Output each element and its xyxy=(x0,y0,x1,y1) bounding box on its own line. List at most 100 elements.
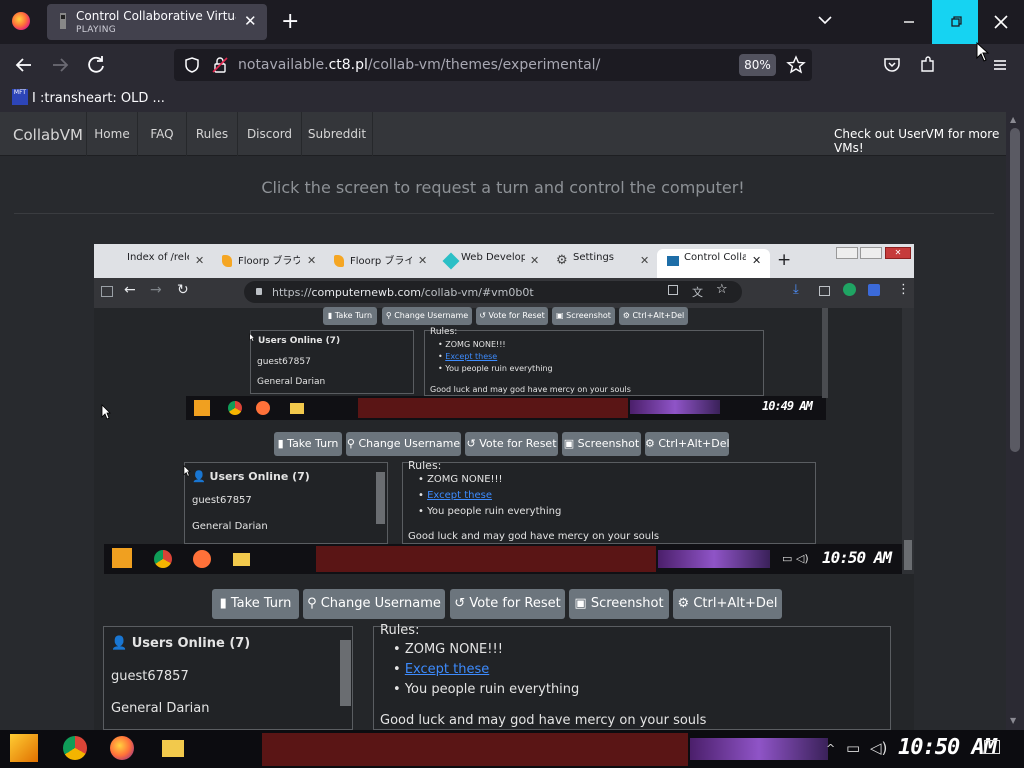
back-arrow-icon[interactable] xyxy=(10,51,38,79)
file-explorer-icon[interactable] xyxy=(233,553,250,566)
user-item[interactable]: General Darian xyxy=(111,701,210,716)
insecure-lock-icon[interactable] xyxy=(211,56,229,74)
vm-window-maximize-icon[interactable] xyxy=(860,247,882,259)
url-text[interactable]: notavailable.ct8.pl/collab-vm/themes/exp… xyxy=(238,57,600,73)
chrome-taskbar-icon[interactable] xyxy=(63,736,87,760)
vm-tab-5[interactable]: Settings xyxy=(573,252,633,272)
file-explorer-icon[interactable] xyxy=(162,740,184,757)
tab-close-icon[interactable]: ✕ xyxy=(244,12,257,30)
inner-scrollbar-thumb-l2[interactable] xyxy=(904,540,912,570)
screenshot-button-l2[interactable]: ▣ Screenshot xyxy=(562,432,641,456)
vm-reload-icon[interactable]: ↻ xyxy=(177,282,189,298)
start-button-icon[interactable] xyxy=(194,400,210,416)
nav-link-faq[interactable]: FAQ xyxy=(137,112,186,156)
nav-link-discord[interactable]: Discord xyxy=(237,112,301,156)
vm-forward-arrow-icon[interactable]: → xyxy=(150,282,162,298)
vm-tab-close-icon[interactable]: ✕ xyxy=(195,254,204,267)
volume-icon[interactable]: ◁) xyxy=(870,739,887,757)
vm-window-minimize-icon[interactable] xyxy=(836,247,858,259)
file-explorer-icon[interactable] xyxy=(290,403,304,414)
vote-reset-button-l3[interactable]: ↺ Vote for Reset xyxy=(476,307,548,325)
vm-translate-icon[interactable]: 文 xyxy=(692,284,703,300)
vm-bookmark-star-icon[interactable]: ☆ xyxy=(716,282,728,297)
vm-extension-icon[interactable] xyxy=(819,286,830,296)
vm-window-close-icon[interactable]: ✕ xyxy=(885,247,911,259)
take-turn-button-l2[interactable]: ▮ Take Turn xyxy=(274,432,342,456)
change-username-button-l2[interactable]: ⚲ Change Username xyxy=(346,432,461,456)
vm-url-text[interactable]: https://computernewb.com/collab-vm/#vm0b… xyxy=(272,286,534,299)
change-username-button-l3[interactable]: ⚲ Change Username xyxy=(382,307,472,325)
vm-back-arrow-icon[interactable]: ← xyxy=(124,282,136,298)
bookmark-star-icon[interactable] xyxy=(786,55,806,75)
vm-tab-6[interactable]: Control Collab xyxy=(684,252,746,272)
start-button-icon[interactable] xyxy=(112,548,132,568)
screenshot-button-l3[interactable]: ▣ Screenshot xyxy=(552,307,615,325)
taskbar-clock[interactable]: 10:50 AM xyxy=(898,735,997,760)
users-scrollbar-l2[interactable] xyxy=(376,472,385,524)
scrollbar-thumb[interactable] xyxy=(1010,128,1020,452)
network-icon[interactable]: ▭ xyxy=(846,739,860,757)
new-tab-icon[interactable]: + xyxy=(281,9,299,34)
chrome-icon[interactable] xyxy=(228,401,242,415)
vm-tab-search-icon[interactable] xyxy=(101,286,113,297)
zoom-level-badge[interactable]: 80% xyxy=(739,54,776,76)
tray-chevron-up-icon[interactable]: ^ xyxy=(826,742,835,755)
ctrl-alt-del-button-l3[interactable]: ⚙ Ctrl+Alt+Del xyxy=(619,307,688,325)
users-scrollbar[interactable] xyxy=(340,640,351,706)
user-item[interactable]: guest67857 xyxy=(111,669,189,684)
ctrl-alt-del-button-l2[interactable]: ⚙ Ctrl+Alt+Del xyxy=(645,432,730,456)
vm-tab-3[interactable]: Floorp ブライ xyxy=(350,252,412,272)
bookmark-item[interactable]: I :transheart: OLD ... xyxy=(32,91,165,106)
chevron-down-icon[interactable] xyxy=(817,12,833,28)
firefox-taskbar-icon[interactable] xyxy=(256,401,270,415)
window-restore-icon[interactable] xyxy=(932,0,978,44)
vote-reset-button[interactable]: ↺ Vote for Reset xyxy=(450,589,565,619)
take-turn-button-l3[interactable]: ▮ Take Turn xyxy=(323,307,377,325)
start-button-icon[interactable] xyxy=(10,734,38,762)
vm-tab-close-icon[interactable]: ✕ xyxy=(530,254,539,267)
scroll-up-arrow-icon[interactable]: ▲ xyxy=(1010,115,1016,124)
take-turn-button[interactable]: ▮ Take Turn xyxy=(212,589,299,619)
reload-icon[interactable] xyxy=(82,51,110,79)
collabvm-brand[interactable]: CollabVM xyxy=(13,126,83,144)
change-username-button[interactable]: ⚲ Change Username xyxy=(303,589,445,619)
vm-profile-icon[interactable] xyxy=(868,284,880,296)
vm-tab-2[interactable]: Floorp ブラウ xyxy=(238,252,300,272)
vote-reset-button-l2[interactable]: ↺ Vote for Reset xyxy=(465,432,558,456)
nav-link-subreddit[interactable]: Subreddit xyxy=(301,112,373,156)
extensions-icon[interactable] xyxy=(918,55,938,75)
vm-new-tab-icon[interactable]: + xyxy=(777,250,791,270)
window-minimize-icon[interactable] xyxy=(886,0,932,44)
vm-grammarly-icon[interactable] xyxy=(843,283,856,296)
nav-link-home[interactable]: Home xyxy=(86,112,137,156)
menu-hamburger-icon[interactable] xyxy=(990,55,1010,75)
shield-icon[interactable] xyxy=(183,56,201,74)
vm-install-icon[interactable] xyxy=(668,285,678,295)
vm-download-icon[interactable]: ⤓ xyxy=(793,282,799,297)
firefox-taskbar-icon[interactable] xyxy=(110,736,134,760)
nav-link-rules[interactable]: Rules xyxy=(186,112,237,156)
user-item-l3: General Darian xyxy=(257,377,326,387)
except-these-link[interactable]: Except these xyxy=(405,662,489,677)
vm-tab-1[interactable]: Index of /relea xyxy=(127,252,189,272)
ctrl-alt-del-button[interactable]: ⚙ Ctrl+Alt+Del xyxy=(673,589,782,619)
vm-tab-close-icon[interactable]: ✕ xyxy=(752,254,761,267)
firefox-logo-icon[interactable] xyxy=(12,12,30,30)
firefox-taskbar-icon[interactable] xyxy=(193,550,211,568)
inner-scrollbar-l2[interactable] xyxy=(902,308,914,574)
scroll-down-arrow-icon[interactable]: ▼ xyxy=(1010,716,1016,725)
uservm-link[interactable]: Check out UserVM for more VMs! xyxy=(834,127,1024,155)
screenshot-button[interactable]: ▣ Screenshot xyxy=(569,589,669,619)
forward-arrow-icon[interactable] xyxy=(46,51,74,79)
vm-tab-close-icon[interactable]: ✕ xyxy=(307,254,316,267)
chrome-icon[interactable] xyxy=(154,550,172,568)
tray-icons[interactable]: ▭ ◁) xyxy=(782,552,809,565)
inner-scrollbar-l3[interactable] xyxy=(822,308,828,398)
vm-tab-close-icon[interactable]: ✕ xyxy=(418,254,427,267)
pocket-icon[interactable] xyxy=(882,55,902,75)
vm-menu-kebab-icon[interactable]: ⋮ xyxy=(897,282,910,297)
window-close-icon[interactable] xyxy=(978,0,1024,44)
notifications-icon[interactable] xyxy=(984,740,1000,754)
vm-tab-4[interactable]: Web Developer xyxy=(461,252,525,272)
vm-tab-close-icon[interactable]: ✕ xyxy=(640,254,649,267)
